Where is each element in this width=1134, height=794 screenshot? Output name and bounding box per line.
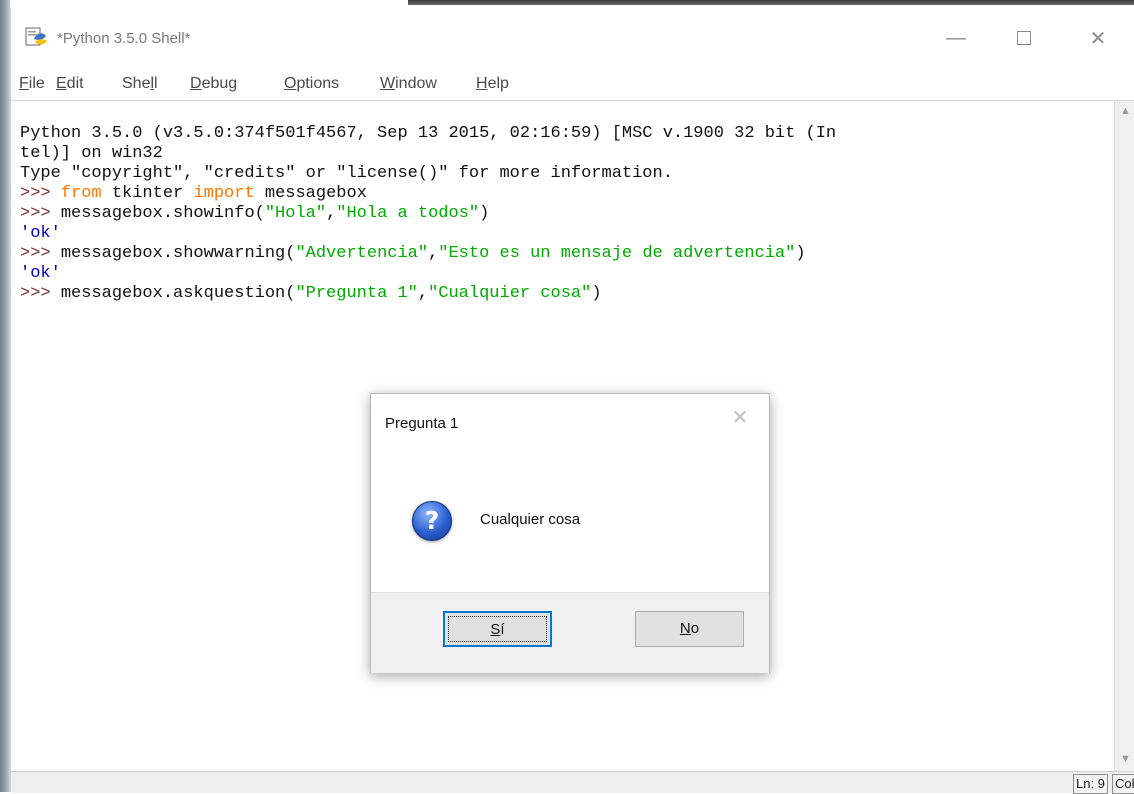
shell-line: Python 3.5.0 (v3.5.0:374f501f4567, Sep 1… bbox=[20, 124, 837, 143]
prompt: >>> bbox=[20, 204, 61, 223]
window-title: *Python 3.5.0 Shell* bbox=[57, 30, 191, 47]
minimize-icon: — bbox=[946, 26, 966, 49]
shell-command-line: >>> messagebox.showwarning("Advertencia"… bbox=[20, 244, 806, 263]
shell-command-line: >>> from tkinter import messagebox bbox=[20, 184, 367, 203]
background-strip bbox=[0, 0, 1134, 8]
prompt: >>> bbox=[20, 284, 61, 303]
idle-app-icon bbox=[25, 26, 49, 48]
menu-window[interactable]: Window bbox=[380, 75, 437, 93]
vertical-scrollbar[interactable]: ▲ ▼ bbox=[1114, 101, 1134, 771]
close-icon: ✕ bbox=[731, 407, 749, 429]
title-bar: *Python 3.5.0 Shell* — ✕ bbox=[11, 8, 1134, 66]
minimize-button[interactable]: — bbox=[933, 22, 979, 54]
menu-options[interactable]: Options bbox=[284, 75, 339, 93]
menu-bar: File Edit Shell Debug Options Window Hel… bbox=[11, 66, 1134, 101]
menu-debug[interactable]: Debug bbox=[190, 75, 237, 93]
menu-help[interactable]: Help bbox=[476, 75, 509, 93]
column-indicator: Col: 0 bbox=[1112, 774, 1134, 794]
prompt: >>> bbox=[20, 184, 61, 203]
shell-output-line: 'ok' bbox=[20, 224, 61, 243]
yes-button[interactable]: Sí bbox=[443, 611, 552, 647]
shell-command-line: >>> messagebox.showinfo("Hola","Hola a t… bbox=[20, 204, 490, 223]
shell-line: Type "copyright", "credits" or "license(… bbox=[20, 164, 673, 183]
question-dialog: Pregunta 1 ✕ ? Cualquier cosa Sí No bbox=[370, 393, 770, 673]
background-edge bbox=[0, 0, 10, 792]
shell-line: tel)] on win32 bbox=[20, 144, 163, 163]
close-window-button[interactable]: ✕ bbox=[1075, 22, 1121, 54]
maximize-icon bbox=[1017, 31, 1031, 45]
background-window-edge bbox=[408, 0, 1134, 5]
dialog-message: Cualquier cosa bbox=[480, 511, 581, 528]
line-indicator: Ln: 9 bbox=[1073, 774, 1108, 794]
prompt: >>> bbox=[20, 244, 61, 263]
menu-edit[interactable]: Edit bbox=[56, 75, 84, 93]
dialog-close-button[interactable]: ✕ bbox=[725, 405, 755, 431]
dialog-button-area: Sí No bbox=[371, 592, 769, 673]
shell-command-line: >>> messagebox.askquestion("Pregunta 1",… bbox=[20, 284, 602, 303]
focus-rectangle bbox=[448, 616, 547, 642]
close-icon: ✕ bbox=[1089, 27, 1107, 50]
question-icon: ? bbox=[412, 501, 452, 541]
scroll-up-icon[interactable]: ▲ bbox=[1120, 105, 1131, 117]
scroll-down-icon[interactable]: ▼ bbox=[1120, 753, 1131, 765]
no-button[interactable]: No bbox=[635, 611, 744, 647]
menu-shell[interactable]: Shell bbox=[122, 75, 158, 93]
dialog-title: Pregunta 1 bbox=[385, 415, 459, 432]
shell-output-line: 'ok' bbox=[20, 264, 61, 283]
menu-file[interactable]: File bbox=[19, 75, 45, 93]
status-bar: Ln: 9 Col: 0 bbox=[11, 771, 1134, 794]
maximize-button[interactable] bbox=[1001, 22, 1047, 54]
